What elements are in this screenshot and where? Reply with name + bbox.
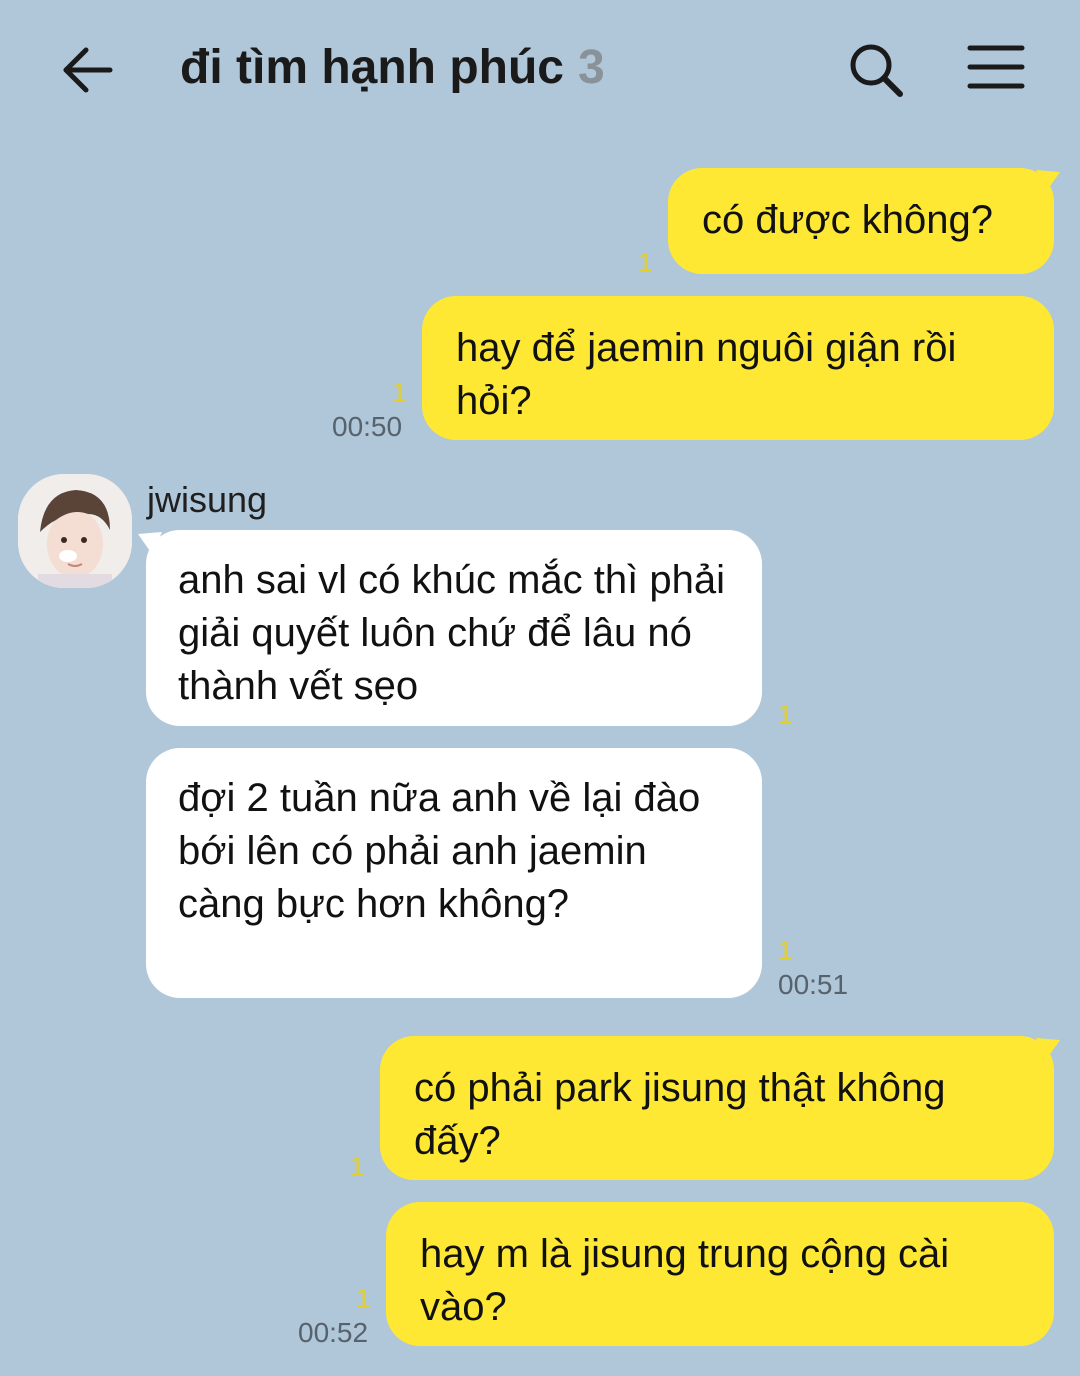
unread-count: 1 bbox=[356, 1283, 371, 1313]
message-bubble-sent[interactable]: hay m là jisung trung cộng cài vào? bbox=[386, 1202, 1054, 1346]
message-text: hay m là jisung trung cộng cài vào? bbox=[420, 1232, 950, 1329]
chat-title-text: đi tìm hạnh phúc bbox=[180, 41, 564, 94]
bubble-tail bbox=[1036, 170, 1060, 192]
message-text: anh sai vl có khúc mắc thì phải giải quy… bbox=[178, 558, 725, 708]
profile-photo-icon bbox=[18, 474, 132, 588]
unread-count: 1 bbox=[350, 1151, 365, 1181]
message-bubble-sent[interactable]: hay để jaemin nguôi giận rồi hỏi? bbox=[422, 296, 1054, 440]
unread-count: 1 bbox=[392, 377, 407, 407]
message-text: hay để jaemin nguôi giận rồi hỏi? bbox=[456, 326, 957, 423]
unread-count: 1 bbox=[638, 247, 653, 277]
hamburger-menu-icon bbox=[967, 45, 1025, 89]
menu-button[interactable] bbox=[966, 40, 1026, 100]
message-text: có phải park jisung thật không đấy? bbox=[414, 1066, 946, 1163]
bubble-tail bbox=[138, 532, 162, 554]
back-button[interactable] bbox=[58, 40, 118, 100]
message-bubble-sent[interactable]: có được không? bbox=[668, 168, 1054, 274]
avatar[interactable] bbox=[18, 474, 132, 588]
message-bubble-received[interactable]: anh sai vl có khúc mắc thì phải giải quy… bbox=[146, 530, 762, 726]
message-time: 00:50 bbox=[332, 411, 403, 442]
bubble-tail bbox=[1036, 1038, 1060, 1060]
unread-count: 1 bbox=[778, 699, 793, 729]
unread-count: 1 bbox=[778, 935, 793, 965]
message-time: 00:52 bbox=[298, 1317, 369, 1348]
arrow-left-icon bbox=[63, 47, 113, 93]
search-icon bbox=[850, 44, 903, 97]
message-time: 00:51 bbox=[778, 969, 849, 1000]
message-bubble-sent[interactable]: có phải park jisung thật không đấy? bbox=[380, 1036, 1054, 1180]
sender-name: jwisung bbox=[147, 479, 268, 520]
member-count: 3 bbox=[577, 41, 605, 94]
chat-title: đi tìm hạnh phúc 3 bbox=[180, 38, 605, 98]
message-bubble-received[interactable]: đợi 2 tuần nữa anh về lại đào bới lên có… bbox=[146, 748, 762, 998]
message-text: đợi 2 tuần nữa anh về lại đào bới lên có… bbox=[178, 776, 701, 926]
chat-header: đi tìm hạnh phúc 3 bbox=[0, 0, 1080, 140]
search-button[interactable] bbox=[846, 40, 906, 100]
message-text: có được không? bbox=[702, 198, 993, 242]
